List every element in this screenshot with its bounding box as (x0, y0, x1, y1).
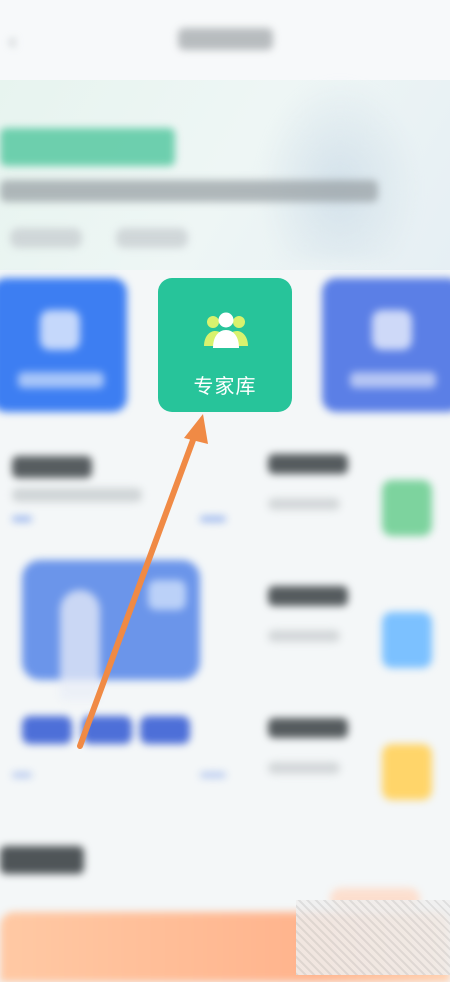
hero-headline (0, 128, 175, 166)
list-item-icon (382, 744, 432, 800)
feature-card-label: 专家库 (193, 374, 257, 398)
panel-meta (12, 516, 32, 522)
list-item-icon (382, 480, 432, 536)
people-icon (204, 312, 248, 348)
list-item[interactable] (260, 572, 450, 682)
panel-button[interactable] (82, 716, 132, 744)
top-nav-bar: ‹ (0, 0, 450, 80)
watermark (296, 900, 450, 975)
hero-subtitle (0, 180, 378, 202)
left-content-panel[interactable] (0, 440, 240, 800)
panel-button[interactable] (22, 716, 72, 744)
panel-title (12, 456, 92, 478)
panel-subtitle (12, 488, 142, 502)
page-title (178, 28, 273, 50)
list-item[interactable] (260, 440, 450, 550)
feature-card-right[interactable] (322, 278, 450, 412)
list-item-subtitle (268, 630, 340, 642)
hero-tag[interactable] (10, 228, 82, 248)
hero-illustration (260, 80, 420, 260)
feature-card-expert-library[interactable]: 专家库 (158, 278, 292, 412)
back-icon[interactable]: ‹ (8, 30, 17, 55)
feature-card-label (18, 372, 104, 388)
panel-meta (200, 772, 226, 778)
feature-card-left[interactable] (0, 278, 127, 412)
chart-icon (40, 310, 80, 350)
list-item-subtitle (268, 762, 340, 774)
person-illustration (60, 590, 100, 700)
list-item-title (268, 586, 348, 606)
feature-card-label (350, 372, 436, 388)
panel-meta (200, 516, 226, 522)
panel-illustration (22, 560, 200, 680)
list-item-title (268, 718, 348, 738)
list-item-subtitle (268, 498, 340, 510)
section-title (0, 846, 84, 874)
panel-meta (12, 772, 32, 778)
panel-button[interactable] (140, 716, 190, 744)
list-item-icon (382, 612, 432, 668)
list-item[interactable] (260, 704, 450, 814)
hero-banner (0, 80, 450, 270)
hero-tag[interactable] (116, 228, 188, 248)
panel-badge (148, 580, 186, 610)
document-icon (372, 310, 412, 350)
list-item-title (268, 454, 348, 474)
